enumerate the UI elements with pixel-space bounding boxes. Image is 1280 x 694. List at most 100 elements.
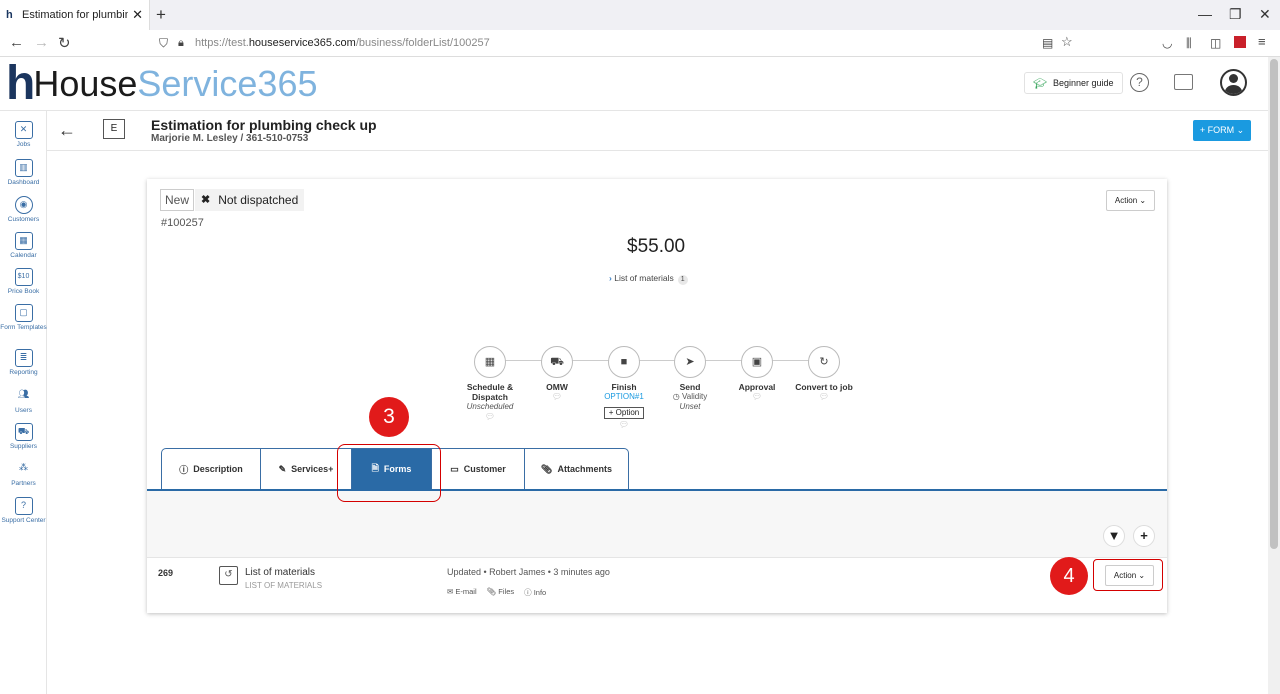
paper-plane-icon: ➤ <box>674 346 706 378</box>
annotation-marker-4: 4 <box>1050 557 1088 595</box>
sidebar: ✕ Jobs ▥ Dashboard ◉ Customers ▦ Calendar $1… <box>0 111 47 694</box>
graduation-cap-icon: 🎓︎ <box>1033 77 1047 90</box>
url-bar[interactable]: https://test.houseservice365.com/busines… <box>195 37 490 49</box>
back-arrow-icon[interactable]: ← <box>9 34 24 51</box>
paperclip-icon: 📎︎ <box>541 463 553 474</box>
forms-toolbar <box>147 491 1167 558</box>
pocket-icon[interactable]: ◡ <box>1162 36 1172 50</box>
info-link[interactable]: ⓘ Info <box>524 587 546 598</box>
app-logo[interactable]: h House Service365 <box>6 57 318 110</box>
materials-count-badge: 1 <box>677 275 688 285</box>
status-badge-dispatch: ✖ Not dispatched <box>195 189 305 211</box>
close-tab-icon[interactable]: ✕ <box>132 7 143 23</box>
sidebar-item-label: Jobs <box>16 141 31 148</box>
paperclip-icon: 📎︎ <box>486 587 497 596</box>
add-option-button[interactable]: + Option <box>603 407 645 419</box>
forward-arrow-icon[interactable]: → <box>34 34 49 51</box>
document-check-icon: ▣ <box>741 346 773 378</box>
url-path: /business/folderList/100257 <box>355 37 490 49</box>
plus-icon: + <box>1140 528 1148 543</box>
files-link[interactable]: 📎︎ Files <box>487 587 514 598</box>
add-form-icon-button[interactable]: + <box>1133 525 1155 547</box>
form-row-links: ✉ E-mail 📎︎ Files ⓘ Info <box>447 587 546 598</box>
workflow-step-convert[interactable]: ↻ Convert to job 💬︎ <box>784 346 864 402</box>
tab-customer[interactable]: ▭ Customer <box>432 448 525 489</box>
sidebar-toggle-icon[interactable]: ◫ <box>1210 36 1221 50</box>
bookmark-star-icon[interactable]: ☆ <box>1061 34 1073 50</box>
sidebar-item-jobs[interactable]: ✕ Jobs <box>0 121 47 148</box>
users-icon: 👥︎ <box>17 389 30 399</box>
filter-icon: ▼ <box>1107 528 1121 543</box>
page-scrollbar[interactable] <box>1268 57 1280 694</box>
user-avatar-icon[interactable] <box>1220 69 1247 96</box>
reload-icon[interactable]: ↻ <box>58 34 71 52</box>
menu-icon[interactable]: ≡ <box>1258 34 1266 49</box>
action-label: Action <box>1114 196 1138 205</box>
filter-button[interactable]: ▼ <box>1103 525 1125 547</box>
sidebar-item-dashboard[interactable]: ▥ Dashboard <box>0 159 47 186</box>
sidebar-item-support-center[interactable]: ? Support Center <box>0 497 47 524</box>
beginner-guide-button[interactable]: 🎓︎ Beginner guide <box>1024 72 1123 94</box>
job-type-badge: E <box>103 119 125 139</box>
stop-icon: ■ <box>608 346 640 378</box>
form-history-icon: ↺ <box>219 566 238 585</box>
workflow-step-label: Convert to job <box>795 382 853 392</box>
sidebar-item-suppliers[interactable]: ⛟ Suppliers <box>0 423 47 450</box>
email-link[interactable]: ✉ E-mail <box>447 587 477 598</box>
sidebar-item-price-book[interactable]: $10 Price Book <box>0 268 47 295</box>
sidebar-item-users[interactable]: 👥︎ Users <box>0 387 47 414</box>
sidebar-item-partners[interactable]: ⁂ Partners <box>0 460 47 487</box>
url-domain: houseservice365.com <box>248 37 356 49</box>
logo-mark-icon: h <box>6 57 35 110</box>
logo-text-house: House <box>33 63 138 104</box>
support-icon: ? <box>14 497 33 515</box>
extension-icon[interactable] <box>1234 36 1246 48</box>
comment-icon[interactable]: 💬︎ <box>450 412 530 422</box>
close-window-icon[interactable]: ✕ <box>1259 6 1271 23</box>
back-arrow-icon[interactable]: ← <box>58 120 76 141</box>
shield-icon[interactable]: ⛉ <box>159 36 168 51</box>
comment-icon[interactable]: 💬︎ <box>784 392 864 402</box>
folder-icon[interactable] <box>1174 74 1193 90</box>
lock-icon: 🔒︎ <box>178 37 184 49</box>
calendar-check-icon: ▦ <box>474 346 506 378</box>
sidebar-item-reporting[interactable]: ≣ Reporting <box>0 349 47 376</box>
tab-attachments[interactable]: 📎︎ Attachments <box>525 448 629 489</box>
chevron-down-icon: ⌄ <box>1139 196 1147 205</box>
job-title: Estimation for plumbing check up <box>151 117 377 133</box>
add-form-button[interactable]: + FORM ⌄ <box>1193 120 1251 141</box>
truck-icon: ⛟ <box>14 423 33 441</box>
scrollbar-thumb[interactable] <box>1270 59 1278 549</box>
calendar-icon: ▦ <box>14 232 33 250</box>
url-prefix: https://test. <box>195 37 249 49</box>
sidebar-item-label: Price Book <box>7 288 40 295</box>
reader-view-icon[interactable]: ▤ <box>1042 36 1053 50</box>
validity-value: Unset <box>679 402 701 411</box>
new-tab-icon[interactable]: + <box>156 5 166 25</box>
tab-description[interactable]: ⓘ Description <box>161 448 261 489</box>
job-subtitle: Marjorie M. Lesley / 361-510-0753 <box>151 133 309 144</box>
materials-link[interactable]: › List of materials 1 <box>609 273 688 285</box>
mail-icon: ✉ <box>447 587 454 596</box>
sidebar-item-customers[interactable]: ◉ Customers <box>0 196 47 223</box>
library-icon[interactable]: ⫼ <box>1186 36 1192 51</box>
validity-label: Validity <box>682 392 708 401</box>
logo-text-service: Service365 <box>137 63 318 104</box>
browser-tab-bar: h Estimation for plumbing check ✕ + — ❐ … <box>0 0 1280 30</box>
browser-tab[interactable]: h Estimation for plumbing check ✕ <box>0 0 150 30</box>
browser-tab-title: Estimation for plumbing check <box>22 9 129 21</box>
minimize-icon[interactable]: — <box>1198 6 1212 22</box>
sidebar-item-calendar[interactable]: ▦ Calendar <box>0 232 47 259</box>
form-row-subtitle: LIST OF MATERIALS <box>245 581 323 590</box>
sidebar-item-label: Support Center <box>1 517 46 524</box>
job-header-divider <box>47 150 1268 151</box>
job-action-dropdown[interactable]: Action ⌄ <box>1106 190 1155 211</box>
customers-icon: ◉ <box>14 196 33 214</box>
help-icon[interactable]: ? <box>1130 73 1149 92</box>
restore-icon[interactable]: ❐ <box>1229 6 1242 23</box>
comment-icon[interactable]: 💬︎ <box>584 420 664 430</box>
favicon-icon: h <box>6 9 13 21</box>
sidebar-item-form-templates[interactable]: ▢ Form Templates <box>0 304 47 331</box>
dispatch-status-label: Not dispatched <box>218 193 299 207</box>
form-row-title[interactable]: List of materials <box>245 567 315 578</box>
